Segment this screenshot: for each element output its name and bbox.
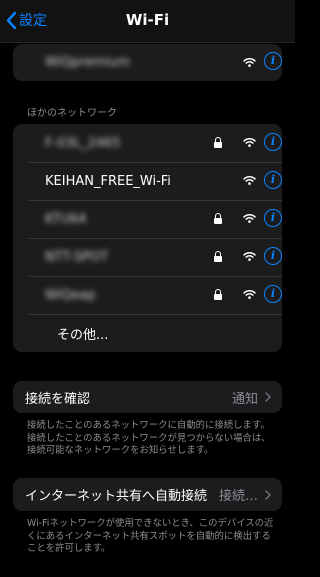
info-icon: i: [270, 173, 276, 186]
auto-join-hotspot-group: インターネット共有へ自動接続 接続…: [13, 478, 282, 511]
network-row[interactable]: WiQeap i: [13, 276, 282, 314]
lock-icon: [214, 251, 222, 262]
known-network-group: WiQpremium i: [13, 44, 282, 81]
other-network-label: その他...: [57, 327, 109, 343]
wifi-icon: [243, 289, 256, 299]
chevron-right-icon: [265, 490, 271, 500]
network-row[interactable]: F-03L_2465 i: [13, 124, 282, 162]
ask-to-join-footer: 接続したことのあるネットワークに自動的に接続します。接続したことのあるネットワー…: [27, 420, 271, 456]
info-icon: i: [270, 287, 276, 300]
ask-to-join-label: 接続を確認: [25, 391, 91, 407]
network-row[interactable]: WiQpremium i: [13, 44, 282, 81]
network-name: WiQeap: [45, 287, 96, 303]
info-icon: i: [270, 249, 276, 262]
info-icon: i: [270, 54, 276, 67]
wifi-icon: [243, 137, 256, 147]
other-network-row[interactable]: その他...: [13, 314, 282, 352]
auto-join-hotspot-row[interactable]: インターネット共有へ自動接続 接続…: [13, 478, 282, 511]
wifi-icon: [243, 57, 256, 67]
info-button[interactable]: i: [264, 247, 282, 265]
network-name: F-03L_2465: [45, 135, 121, 151]
info-button[interactable]: i: [264, 133, 282, 151]
network-row[interactable]: KEIHAN_FREE_Wi-Fi i: [13, 162, 282, 200]
lock-icon: [214, 213, 222, 224]
network-name: KEIHAN_FREE_Wi-Fi: [45, 173, 171, 189]
wifi-icon: [243, 251, 256, 261]
ask-to-join-value: 通知: [231, 391, 258, 407]
network-row[interactable]: NTT-SPOT i: [13, 238, 282, 276]
network-name: WiQpremium: [45, 55, 130, 70]
network-row[interactable]: KTU64 i: [13, 200, 282, 238]
info-button[interactable]: i: [264, 285, 282, 303]
wifi-icon: [243, 213, 256, 223]
info-icon: i: [270, 135, 276, 148]
auto-join-hotspot-value: 接続…: [218, 489, 258, 504]
lock-icon: [214, 289, 222, 300]
auto-join-hotspot-label: インターネット共有へ自動接続: [25, 489, 208, 504]
auto-join-hotspot-footer: Wi-Fiネットワークが使用できないとき、このデバイスの近くにあるインターネット…: [27, 518, 274, 554]
lock-icon: [214, 137, 222, 148]
other-networks-header: ほかのネットワーク: [27, 108, 117, 119]
navigation-bar: 設定 Wi-Fi: [0, 0, 295, 43]
network-name: KTU64: [45, 211, 87, 227]
network-name: NTT-SPOT: [45, 249, 109, 265]
page-title: Wi-Fi: [125, 11, 170, 29]
chevron-right-icon: [265, 392, 271, 402]
info-icon: i: [270, 211, 276, 224]
ask-to-join-row[interactable]: 接続を確認 通知: [13, 381, 282, 413]
info-button[interactable]: i: [264, 209, 282, 227]
other-networks-group: F-03L_2465 i KEIHAN_FREE_Wi-Fi i KTU64 i…: [13, 124, 282, 352]
info-button[interactable]: i: [264, 171, 282, 189]
info-button[interactable]: i: [264, 52, 282, 70]
wifi-icon: [243, 175, 256, 185]
ask-to-join-group: 接続を確認 通知: [13, 381, 282, 413]
